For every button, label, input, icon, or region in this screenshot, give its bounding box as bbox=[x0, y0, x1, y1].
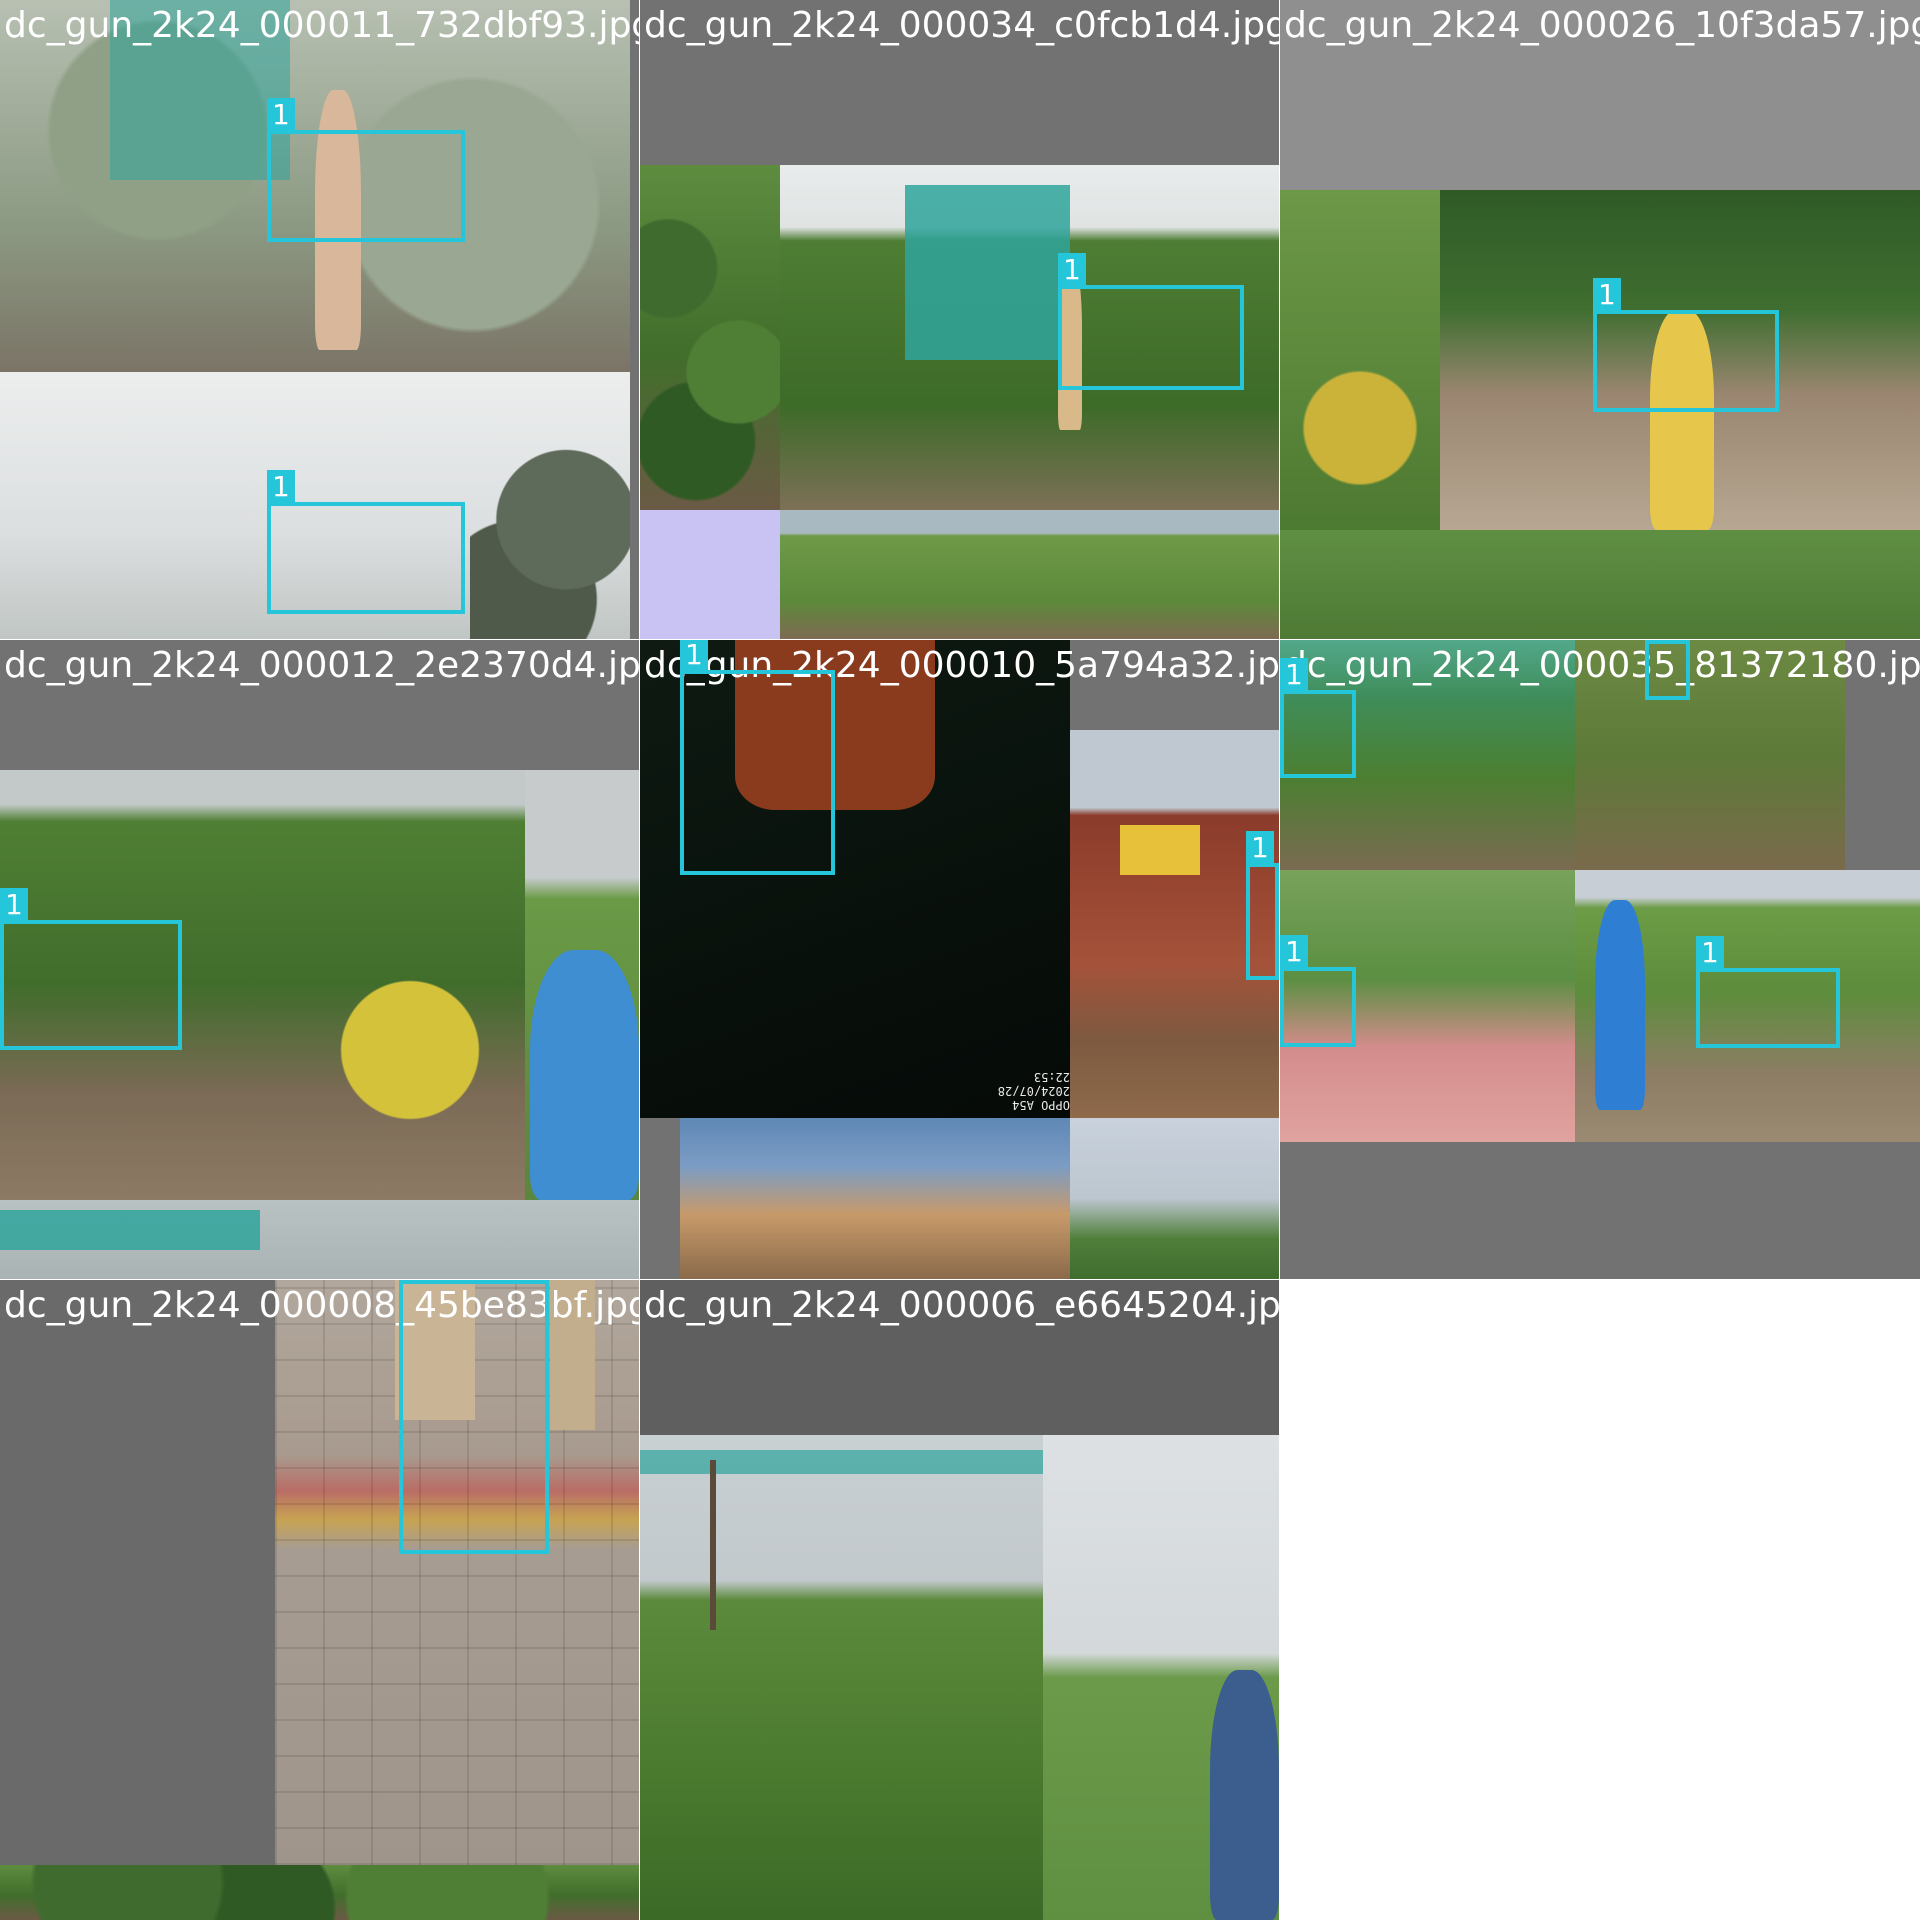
mosaic-tile: dc_gun_2k24_000008_45be83bf.jpg 1 bbox=[0, 1280, 639, 1920]
mosaic-tile: dc_gun_2k24_000012_2e2370d4.jpg 1 bbox=[0, 640, 639, 1279]
photo-region bbox=[710, 1460, 716, 1630]
tile-label: dc_gun_2k24_000012_2e2370d4.jpg bbox=[4, 645, 639, 686]
mosaic-tile: dc_gun_2k24_000011_732dbf93.jpg 1 1 bbox=[0, 0, 639, 639]
detection-mosaic: dc_gun_2k24_000011_732dbf93.jpg 1 1 dc_g… bbox=[0, 0, 1920, 1920]
mosaic-tile: dc_gun_2k24_000006_e6645204.jpg bbox=[640, 1280, 1279, 1920]
photo-region bbox=[0, 1865, 639, 1920]
mosaic-tile: dc_gun_2k24_000035_81372180.jpg 1 1 1 1 bbox=[1280, 640, 1920, 1279]
class-tag: 1 bbox=[399, 1280, 427, 1282]
detection-box: 1 bbox=[267, 98, 465, 242]
photo-region bbox=[1210, 1670, 1279, 1920]
detection-box: 1 bbox=[0, 888, 182, 1050]
class-tag: 1 bbox=[267, 470, 295, 504]
photo-region bbox=[0, 1210, 260, 1250]
tile-label: dc_gun_2k24_000035_81372180.jpg bbox=[1284, 645, 1920, 686]
class-tag: 1 bbox=[1645, 640, 1673, 642]
photo-region bbox=[640, 510, 780, 639]
detection-box: 1 bbox=[1280, 658, 1356, 778]
camera-model-text: OPPO A54 bbox=[1012, 1098, 1070, 1112]
photo-region bbox=[1120, 825, 1200, 875]
class-tag: 1 bbox=[267, 98, 295, 132]
class-tag: 1 bbox=[1280, 658, 1308, 692]
camera-timestamp-text: 2024/07/28 22:53 bbox=[997, 1070, 1070, 1098]
detection-box: 1 bbox=[1645, 640, 1690, 700]
tile-label: dc_gun_2k24_000034_c0fcb1d4.jpg bbox=[644, 5, 1279, 46]
camera-watermark: OPPO A54 2024/07/28 22:53 bbox=[970, 1070, 1070, 1112]
class-tag: 1 bbox=[1280, 935, 1308, 969]
photo-region bbox=[470, 440, 630, 639]
detection-box: 1 bbox=[267, 470, 465, 614]
mosaic-tile: dc_gun_2k24_000034_c0fcb1d4.jpg 1 bbox=[640, 0, 1279, 639]
detection-box: 1 bbox=[1593, 278, 1779, 412]
detection-box: 1 bbox=[1246, 831, 1279, 980]
photo-region bbox=[640, 1435, 1043, 1920]
tile-label: dc_gun_2k24_000026_10f3da57.jpg bbox=[1284, 5, 1920, 46]
photo-region bbox=[780, 510, 1279, 639]
photo-region bbox=[640, 165, 780, 510]
detection-box: 1 bbox=[1696, 936, 1840, 1048]
photo-region bbox=[680, 1118, 1070, 1279]
class-tag: 1 bbox=[1696, 936, 1724, 970]
detection-box: 1 bbox=[680, 640, 835, 875]
class-tag: 1 bbox=[1593, 278, 1621, 312]
photo-region bbox=[640, 1450, 1043, 1474]
photo-region bbox=[530, 950, 639, 1200]
photo-region bbox=[1070, 1118, 1279, 1279]
class-tag: 1 bbox=[0, 888, 28, 922]
mosaic-tile: dc_gun_2k24_000026_10f3da57.jpg 1 bbox=[1280, 0, 1920, 639]
photo-region bbox=[1280, 190, 1440, 530]
class-tag: 1 bbox=[1246, 831, 1274, 865]
detection-box: 1 bbox=[399, 1280, 549, 1554]
detection-box: 1 bbox=[1058, 253, 1244, 390]
tile-label: dc_gun_2k24_000011_732dbf93.jpg bbox=[4, 5, 639, 46]
photo-region bbox=[300, 920, 520, 1180]
photo-region bbox=[905, 185, 1070, 360]
photo-region bbox=[1280, 530, 1920, 639]
mosaic-tile: dc_gun_2k24_000010_5a794a32.jpg OPPO A54… bbox=[640, 640, 1279, 1279]
tile-label: dc_gun_2k24_000006_e6645204.jpg bbox=[644, 1285, 1279, 1326]
photo-region bbox=[1595, 900, 1645, 1110]
detection-box: 1 bbox=[1280, 935, 1356, 1047]
class-tag: 1 bbox=[680, 640, 708, 672]
class-tag: 1 bbox=[1058, 253, 1086, 287]
